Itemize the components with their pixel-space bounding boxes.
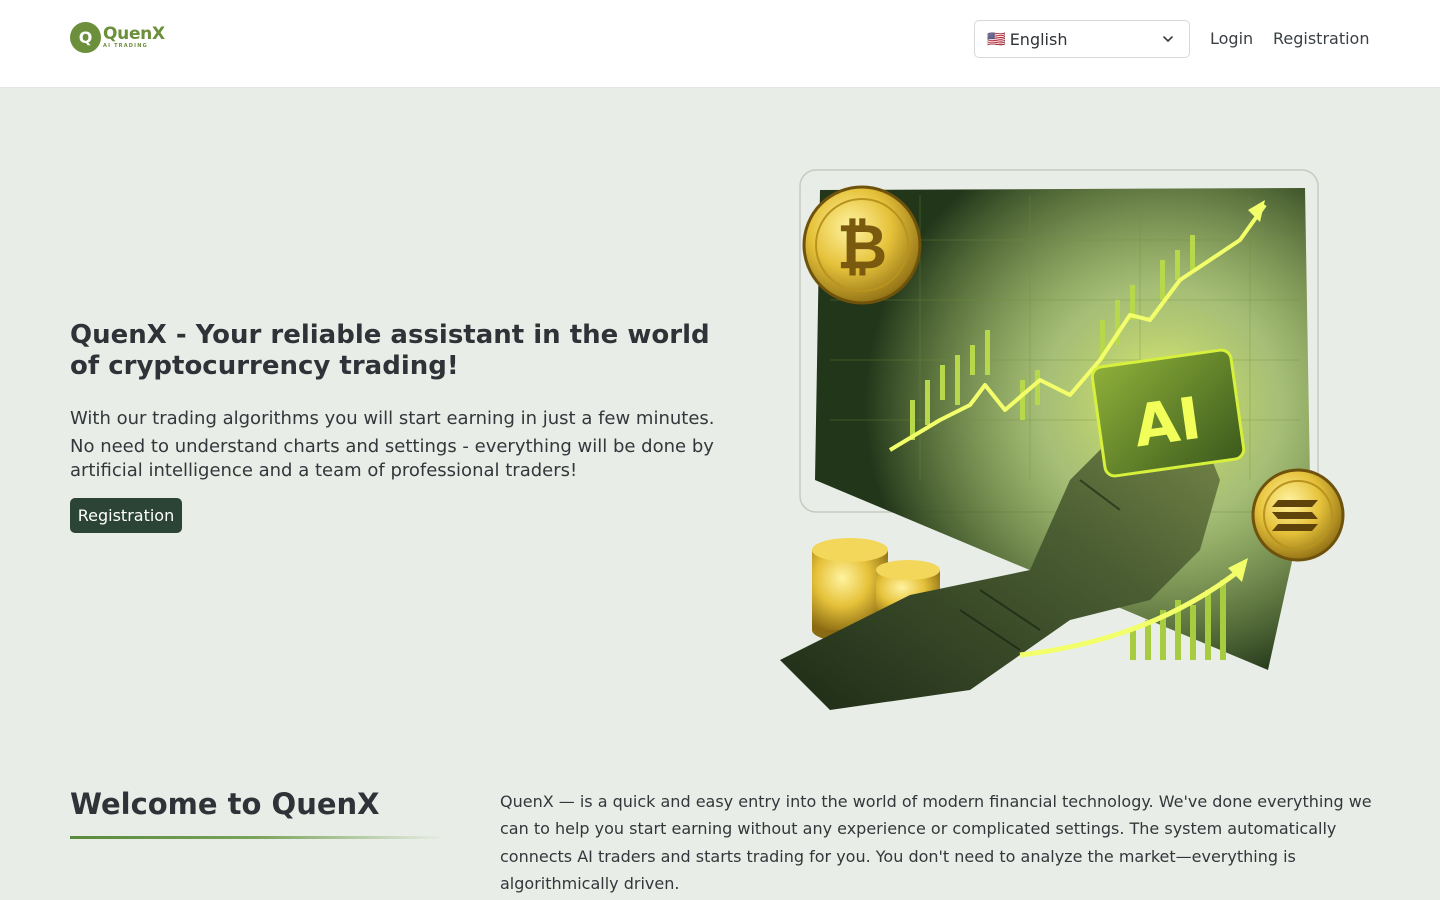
bitcoin-coin-icon: ₿ xyxy=(802,185,922,305)
hero-title: QuenX - Your reliable assistant in the w… xyxy=(70,320,710,381)
logo-tagline: AI TRADING xyxy=(103,42,148,49)
logo[interactable]: Q QuenX AI TRADING xyxy=(70,21,165,53)
language-select[interactable]: 🇺🇸 English xyxy=(974,20,1190,58)
top-header: Q QuenX AI TRADING 🇺🇸 English Login Regi… xyxy=(0,0,1440,88)
logo-name: QuenX xyxy=(103,23,165,44)
logo-icon: Q xyxy=(70,21,101,53)
login-link[interactable]: Login xyxy=(1210,29,1253,49)
hero-illustration: AI ₿ xyxy=(780,169,1345,710)
registration-link[interactable]: Registration xyxy=(1273,29,1369,49)
welcome-description: QuenX — is a quick and easy entry into t… xyxy=(500,792,1372,893)
hero-description-2: No need to understand charts and setting… xyxy=(70,436,714,481)
welcome-title: Welcome to QuenX xyxy=(70,787,380,821)
ai-chip-label: AI xyxy=(1130,384,1205,461)
bitcoin-symbol: ₿ xyxy=(837,210,888,283)
welcome-underline xyxy=(70,836,445,839)
hero-description-1: With our trading algorithms you will sta… xyxy=(70,408,715,429)
language-selected: English xyxy=(1009,29,1068,49)
us-flag-icon: 🇺🇸 xyxy=(987,30,1006,48)
chevron-down-icon xyxy=(1163,36,1173,42)
hero-registration-button[interactable]: Registration xyxy=(70,498,182,533)
solana-coin-icon xyxy=(1251,468,1345,562)
